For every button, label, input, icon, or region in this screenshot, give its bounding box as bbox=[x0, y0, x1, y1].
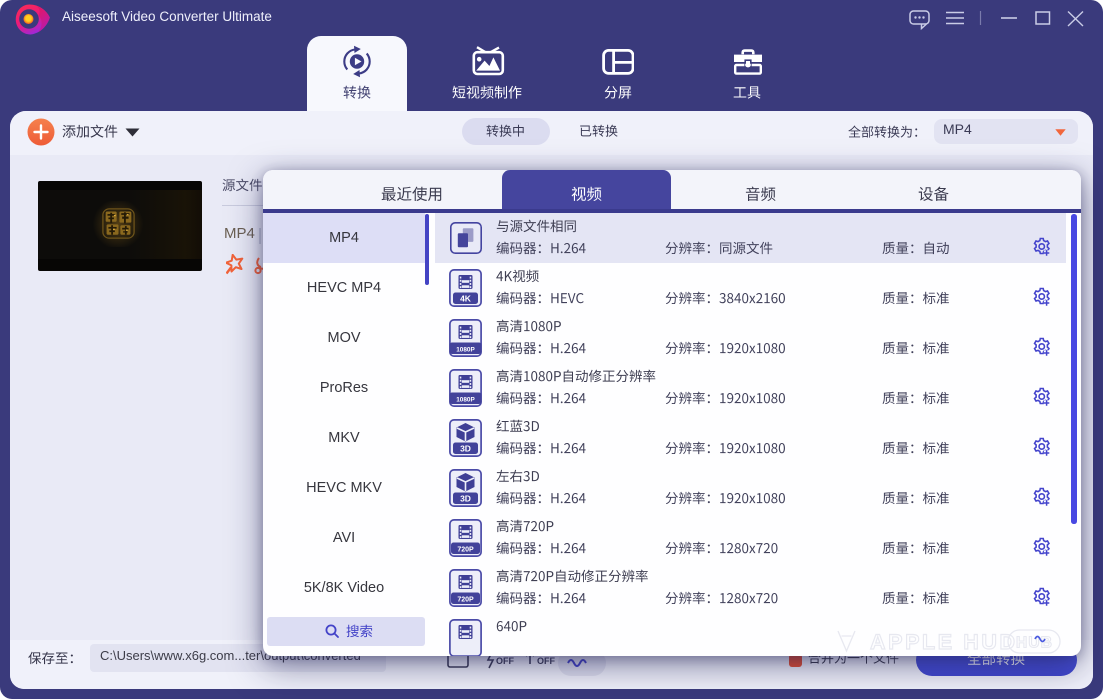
svg-text:1080P: 1080P bbox=[456, 397, 475, 404]
svg-text:OFF: OFF bbox=[537, 656, 555, 666]
svg-text:3D: 3D bbox=[460, 494, 471, 504]
svg-text:720P: 720P bbox=[457, 597, 474, 604]
svg-text:3D: 3D bbox=[460, 444, 471, 454]
svg-text:APPLE HUD: APPLE HUD bbox=[870, 630, 1018, 654]
svg-text:OFF: OFF bbox=[496, 656, 514, 666]
svg-text:4K: 4K bbox=[460, 294, 472, 304]
svg-text:720P: 720P bbox=[457, 547, 474, 554]
svg-text:1080P: 1080P bbox=[456, 347, 475, 354]
svg-text:HUB: HUB bbox=[1016, 635, 1053, 652]
